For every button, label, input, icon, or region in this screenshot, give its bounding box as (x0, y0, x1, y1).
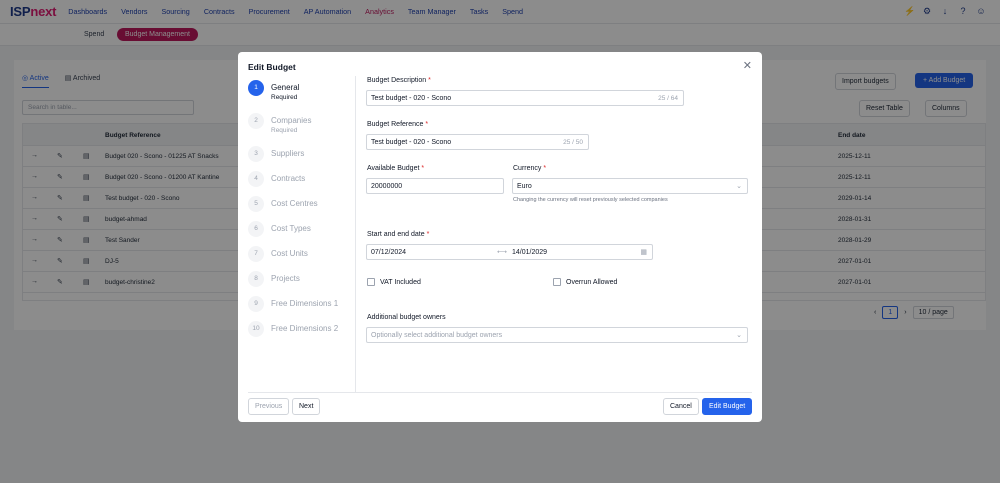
step-number: 5 (248, 196, 264, 212)
cancel-button[interactable]: Cancel (663, 398, 699, 415)
step-companies[interactable]: 2 Companies Required (248, 113, 311, 134)
available-budget-input[interactable]: 20000000 (366, 178, 504, 194)
step-label: Projects (271, 274, 300, 283)
checkbox-box (553, 278, 561, 286)
step-number: 3 (248, 146, 264, 162)
steps-divider (355, 76, 356, 392)
calendar-icon: ▦ (640, 249, 647, 256)
step-label: Contracts (271, 174, 306, 183)
step-cost-centres[interactable]: 5 Cost Centres (248, 196, 318, 212)
step-required: Required (271, 127, 298, 134)
footer-divider (248, 392, 752, 393)
vat-included-checkbox[interactable]: VAT Included (367, 278, 421, 286)
step-number: 4 (248, 171, 264, 187)
step-number: 8 (248, 271, 264, 287)
dates-label: Start and end date * (367, 231, 430, 238)
step-number: 9 (248, 296, 264, 312)
step-suppliers[interactable]: 3 Suppliers (248, 146, 304, 162)
step-number: 2 (248, 113, 264, 129)
previous-button[interactable]: Previous (248, 398, 290, 415)
step-number: 1 (248, 80, 264, 96)
checkbox-box (367, 278, 375, 286)
budget-description-input[interactable]: Test budget - 020 - Scono 25 / 64 (366, 90, 684, 106)
overrun-allowed-checkbox[interactable]: Overrun Allowed (553, 278, 617, 286)
step-number: 10 (248, 321, 264, 337)
description-label: Budget Description * (367, 77, 431, 84)
step-contracts[interactable]: 4 Contracts (248, 171, 305, 187)
edit-budget-modal: Edit Budget ✕ 1 General Required 2 Compa… (238, 52, 762, 422)
currency-label: Currency * (513, 165, 547, 172)
chevron-down-icon: ⌄ (736, 183, 742, 190)
step-free-dimensions-2[interactable]: 10 Free Dimensions 2 (248, 321, 338, 337)
start-date[interactable]: 07/12/2024 (371, 249, 406, 256)
step-free-dimensions-1[interactable]: 9 Free Dimensions 1 (248, 296, 338, 312)
end-date[interactable]: 14/01/2029 (512, 249, 547, 256)
step-cost-types[interactable]: 6 Cost Types (248, 221, 311, 237)
step-number: 6 (248, 221, 264, 237)
step-projects[interactable]: 8 Projects (248, 271, 300, 287)
next-button[interactable]: Next (292, 398, 321, 415)
step-label: Suppliers (271, 149, 305, 158)
step-label: Cost Units (271, 249, 308, 258)
step-label: Cost Types (271, 224, 311, 233)
description-counter: 25 / 64 (658, 95, 678, 102)
step-label: Free Dimensions 2 (271, 324, 339, 333)
step-number: 7 (248, 246, 264, 262)
budget-owners-select[interactable]: Optionally select additional budget owne… (366, 327, 748, 343)
reference-label: Budget Reference * (367, 121, 429, 128)
edit-budget-button[interactable]: Edit Budget (702, 398, 753, 415)
owners-label: Additional budget owners (367, 314, 446, 321)
step-general[interactable]: 1 General Required (248, 80, 299, 101)
available-budget-label: Available Budget * (367, 165, 425, 172)
modal-title: Edit Budget (248, 62, 296, 72)
currency-hint: Changing the currency will reset previou… (513, 197, 668, 203)
step-label: Cost Centres (271, 199, 318, 208)
step-cost-units[interactable]: 7 Cost Units (248, 246, 308, 262)
date-range-picker[interactable]: 07/12/2024 ⟷ 14/01/2029 ▦ (366, 244, 653, 260)
step-required: Required (271, 94, 298, 101)
range-arrow-icon: ⟷ (497, 249, 508, 256)
currency-select[interactable]: Euro ⌄ (512, 178, 748, 194)
chevron-down-icon: ⌄ (736, 332, 742, 339)
budget-reference-input[interactable]: Test budget - 020 - Scono 25 / 50 (366, 134, 589, 150)
close-icon[interactable]: ✕ (743, 59, 752, 72)
step-label: Free Dimensions 1 (271, 299, 339, 308)
reference-counter: 25 / 50 (563, 139, 583, 146)
